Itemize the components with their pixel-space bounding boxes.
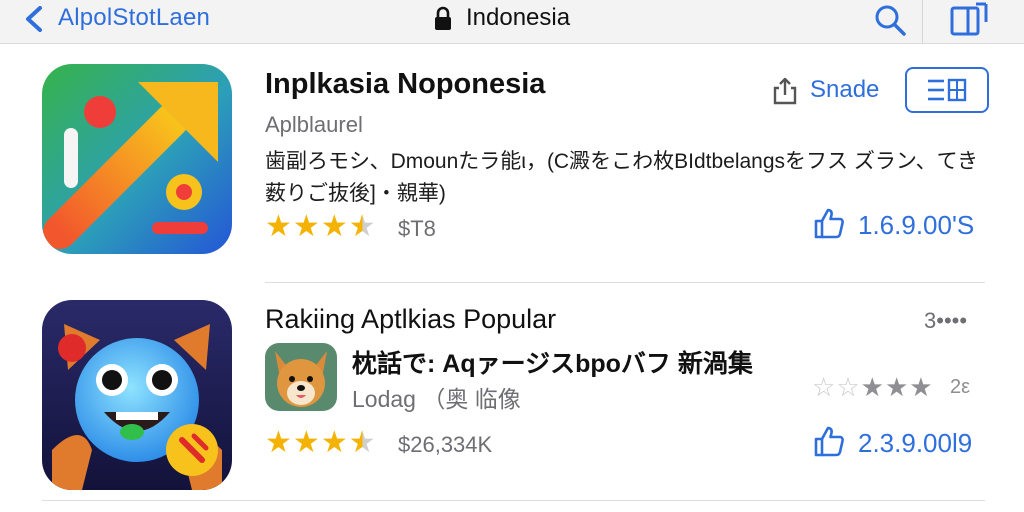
search-icon[interactable] <box>872 2 908 38</box>
tabs-icon[interactable] <box>946 2 990 38</box>
star-icon: ★ <box>292 210 320 243</box>
dog-icon <box>265 343 337 411</box>
share-icon[interactable] <box>772 76 798 106</box>
featured-app-title[interactable]: 枕話で: Aqァージスbpoバフ 新渦集 <box>352 344 753 380</box>
star-icon: ★ <box>860 372 884 402</box>
row-divider <box>42 500 985 501</box>
app-price: $T8 <box>398 216 436 241</box>
app-icon-growth[interactable] <box>42 64 232 254</box>
app-icon-mascot[interactable] <box>42 300 232 490</box>
star-icon: ★ <box>265 210 292 243</box>
shiba-app-icon[interactable] <box>265 343 337 411</box>
toolbar-divider <box>922 0 923 44</box>
thumbs-up-icon[interactable] <box>812 424 846 458</box>
lock-icon <box>435 6 451 30</box>
app-title[interactable]: Inplkasia Noponesia <box>265 68 545 101</box>
row-divider <box>265 282 985 283</box>
star-outline-icon: ☆ <box>812 372 836 402</box>
half-star-icon: ★ <box>348 426 376 459</box>
featured-rating-stars: ☆ ☆ ★ ★ ★ <box>812 372 933 402</box>
star-outline-icon: ☆ <box>836 372 860 402</box>
list-menu-icon <box>928 78 967 102</box>
thumbs-up-icon[interactable] <box>812 206 846 240</box>
app-price: $26,334K <box>398 432 493 457</box>
top-bar: AlpolStotLaen Indonesia <box>0 0 1024 44</box>
rating-stars: ★ ★ ★ ★ <box>265 212 376 242</box>
download-count: 1.6.9.00'S <box>858 210 975 240</box>
featured-app-developer: Lodag （奥 临像 <box>352 386 521 412</box>
star-icon: ★ <box>265 426 292 459</box>
half-star-icon: ★ <box>348 210 376 243</box>
mascot-icon <box>42 300 232 490</box>
app-developer[interactable]: Aplblaurel <box>265 112 363 138</box>
star-icon: ★ <box>320 210 348 243</box>
growth-arrow-icon <box>42 64 232 254</box>
section-title: Rakiing Aptlkias Popular <box>265 304 557 334</box>
star-icon: ★ <box>292 426 320 459</box>
featured-rating-count: 2ε <box>950 376 971 398</box>
menu-button[interactable] <box>905 67 989 113</box>
star-icon: ★ <box>884 372 909 402</box>
download-count: 2.3.9.00l9 <box>858 428 973 458</box>
star-icon: ★ <box>909 372 933 402</box>
star-icon: ★ <box>320 426 348 459</box>
back-button-label[interactable]: AlpolStotLaen <box>58 4 210 32</box>
address-title[interactable]: Indonesia <box>466 4 570 32</box>
rating-stars: ★ ★ ★ ★ <box>265 428 376 458</box>
share-button[interactable]: Snade <box>810 76 879 104</box>
back-chevron-icon[interactable] <box>22 6 48 32</box>
more-indicator[interactable]: 3•••• <box>924 308 967 334</box>
app-description: 歯副ろモシ、Dmounたラ能ι，(C澱をこわ枚BIdtbelangsをフス ズラ… <box>265 150 978 205</box>
